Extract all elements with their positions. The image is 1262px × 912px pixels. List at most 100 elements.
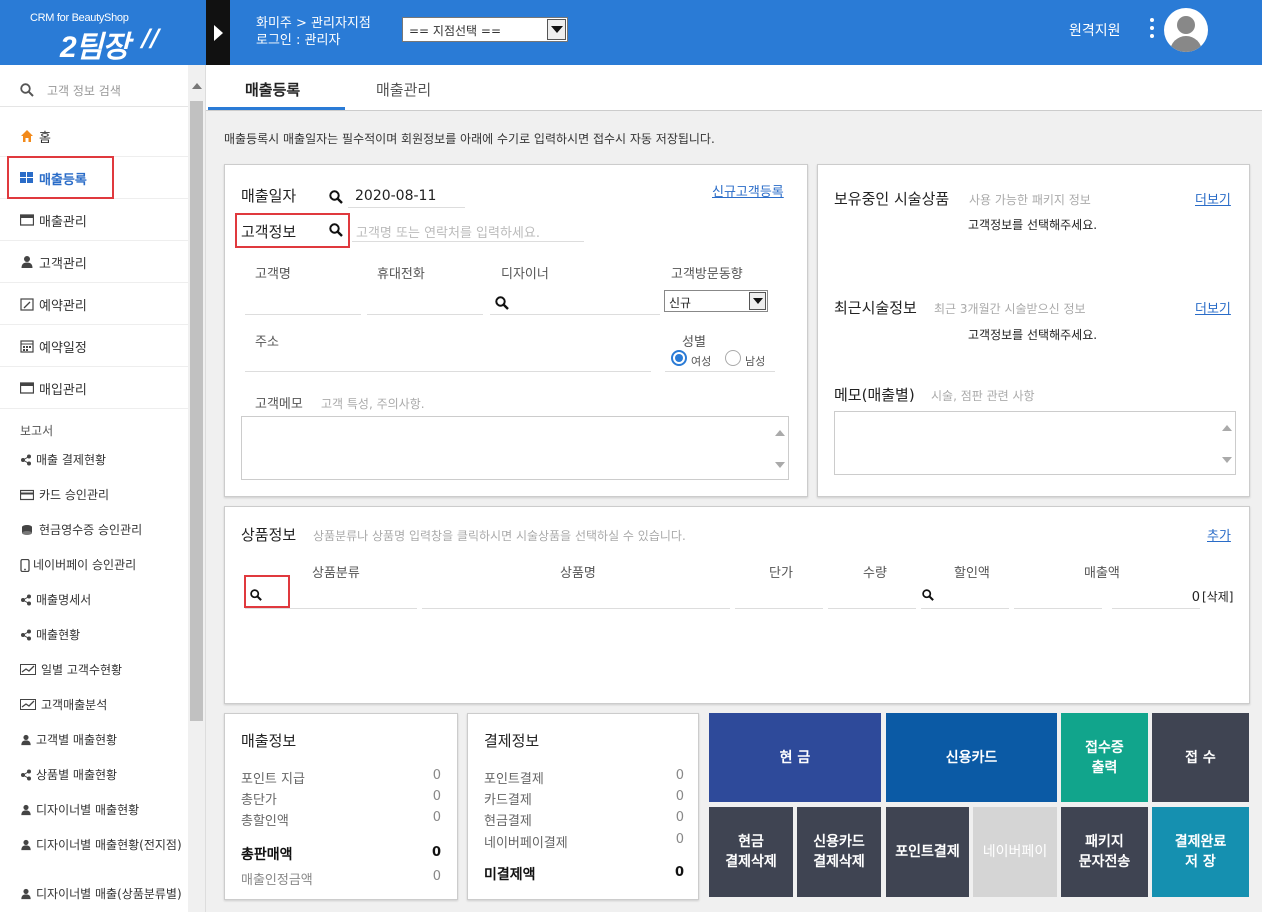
sales-row-value: 0 (432, 768, 441, 783)
cash-button[interactable]: 현 금 (709, 713, 881, 802)
unpaid-value: 0 (674, 865, 684, 880)
phone-input[interactable] (367, 314, 483, 315)
tab-sales-register[interactable]: 매출등록 (245, 79, 300, 100)
remote-support-link[interactable]: 원격지원 (1069, 20, 1121, 40)
sale-date-input[interactable]: 2020-08-11 (355, 188, 436, 204)
sidebar-section-reports: 보고서 (20, 424, 54, 438)
print-receipt-button[interactable]: 접수증 출력 (1061, 713, 1148, 802)
new-customer-link[interactable]: 신규고객등록 (712, 181, 784, 200)
active-tab-indicator (208, 107, 345, 110)
login-info: 로그인 : 관리자 (256, 33, 341, 48)
sidebar-toggle-button[interactable] (206, 0, 230, 65)
scrollbar-thumb[interactable] (190, 101, 203, 721)
customer-name-input[interactable] (245, 314, 361, 315)
customer-memo-textarea[interactable] (241, 416, 789, 480)
payment-info-title: 결제정보 (484, 732, 540, 750)
sidebar-search-input[interactable]: 고객 정보 검색 (47, 82, 121, 99)
gender-male-radio[interactable] (725, 350, 741, 366)
more-menu-icon[interactable] (1150, 18, 1156, 42)
sidebar-report-label: 매출 결제현황 (36, 453, 107, 467)
payment-row-label: 포인트결제 (484, 772, 544, 787)
cash-delete-button[interactable]: 현금 결제삭제 (709, 807, 793, 897)
sidebar-report-label: 일별 고객수현황 (41, 663, 123, 677)
recent-treatment-subtitle: 최근 3개월간 시술받으신 정보 (934, 302, 1086, 316)
button-label: 결제완료 (1174, 834, 1227, 850)
search-icon[interactable] (922, 589, 934, 601)
user-icon (20, 888, 32, 903)
card-delete-button[interactable]: 신용카드 결제삭제 (797, 807, 881, 897)
point-payment-button[interactable]: 포인트결제 (886, 807, 969, 897)
customer-name-label: 고객명 (255, 267, 291, 282)
approved-amount-label: 매출인정금액 (241, 873, 313, 888)
button-label: 출력 (1091, 759, 1118, 776)
naverpay-button[interactable]: 네이버페이 (973, 807, 1057, 897)
address-input[interactable] (245, 371, 651, 372)
sidebar-report-label: 카드 승인관리 (39, 488, 110, 502)
search-icon[interactable] (329, 190, 343, 204)
scroll-up-icon[interactable] (192, 83, 202, 89)
sidebar-report-label: 디자이너별 매출현황(전지점) (36, 838, 182, 852)
sidebar-search[interactable]: 고객 정보 검색 (0, 73, 189, 107)
highlight-box (235, 213, 350, 248)
branch-select[interactable]: == 지점선택 == (402, 17, 568, 42)
discount-input[interactable] (921, 608, 1009, 609)
sales-info-panel: 매출정보 포인트 지급 0 총단가 0 총할인액 0 총판매액 0 매출인정금액… (224, 713, 458, 900)
visit-trend-select[interactable]: 신규 (664, 290, 768, 312)
visit-trend-value: 신규 (669, 296, 692, 310)
sales-row-label: 총단가 (241, 793, 277, 808)
logo[interactable]: CRM for BeautyShop 2팀장 // (0, 0, 206, 65)
tab-sales-manage[interactable]: 매출관리 (376, 79, 431, 100)
register-button[interactable]: 접 수 (1152, 713, 1249, 802)
total-sales-value: 0 (431, 845, 441, 860)
save-payment-button[interactable]: 결제완료 저 장 (1152, 807, 1249, 897)
payment-row-value: 0 (675, 768, 684, 783)
delete-product-link[interactable]: [삭제] (1202, 588, 1233, 605)
col-discount: 할인액 (954, 566, 990, 581)
sidebar-item-label: 홈 (39, 131, 51, 146)
packages-message: 고객정보를 선택해주세요. (968, 218, 1098, 232)
highlight-box (7, 156, 114, 199)
button-label: 신용카드 (813, 834, 865, 850)
designer-label: 디자이너 (501, 267, 549, 282)
search-icon (20, 83, 34, 97)
customer-search-input[interactable]: 고객명 또는 연락처를 입력하세요. (356, 222, 540, 241)
sidebar-scrollbar[interactable] (188, 65, 205, 912)
sales-row-label: 포인트 지급 (241, 772, 305, 787)
sidebar-item-purchases[interactable]: 매입관리 (0, 367, 189, 409)
recent-more-link[interactable]: 더보기 (1195, 298, 1231, 317)
total-sales-label: 총판매액 (241, 847, 293, 863)
package-sms-button[interactable]: 패키지 문자전송 (1061, 807, 1148, 897)
sidebar-item-label: 고객관리 (39, 257, 87, 272)
sidebar-item-label: 매입관리 (39, 383, 87, 398)
sale-memo-subtitle: 시술, 점판 관련 사항 (931, 389, 1035, 403)
arrow-right-icon (213, 24, 223, 41)
breadcrumb-branch: 화미주 > 관리자지점 (256, 16, 371, 31)
unit-price-input[interactable] (735, 608, 823, 609)
gender-female-radio[interactable] (671, 350, 687, 366)
sidebar-item-customers[interactable]: 고객관리 (0, 241, 189, 283)
sidebar-item-reservations[interactable]: 예약관리 (0, 283, 189, 325)
sidebar-report-label: 디자이너별 매출현황 (36, 803, 140, 817)
designer-input[interactable] (490, 314, 660, 315)
category-input[interactable] (245, 608, 417, 609)
sale-date-label: 매출일자 (241, 187, 297, 205)
card-button[interactable]: 신용카드 (886, 713, 1057, 802)
sale-memo-textarea[interactable] (834, 411, 1236, 475)
sidebar-item-home[interactable]: 홈 (0, 115, 189, 157)
button-label: 패키지 (1085, 834, 1124, 850)
quantity-input[interactable] (828, 608, 916, 609)
sales-row-label: 총할인액 (241, 814, 289, 829)
sidebar-report-label: 현금영수증 승인관리 (39, 523, 143, 537)
sale-memo-title: 메모(매출별) (834, 386, 915, 404)
search-icon[interactable] (495, 296, 509, 310)
payment-row-label: 현금결제 (484, 814, 532, 829)
sidebar-item-sales-manage[interactable]: 매출관리 (0, 199, 189, 241)
sidebar-item-schedule[interactable]: 예약일정 (0, 325, 189, 367)
sidebar-report-label: 고객별 매출현황 (36, 733, 118, 747)
add-product-link[interactable]: 추가 (1207, 525, 1231, 544)
sidebar-report-label: 디자이너별 매출(상품분류별) (36, 887, 182, 901)
packages-more-link[interactable]: 더보기 (1195, 189, 1231, 208)
product-name-input[interactable] (422, 608, 730, 609)
sidebar-report-label: 매출명세서 (36, 593, 92, 607)
avatar[interactable] (1164, 8, 1208, 52)
